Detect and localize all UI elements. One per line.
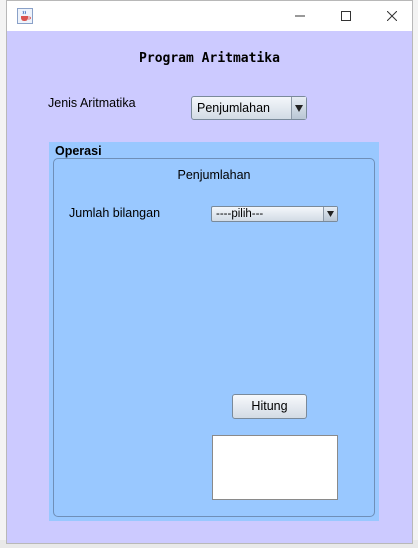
- hitung-button[interactable]: Hitung: [232, 394, 307, 419]
- operasi-panel-inner: Penjumlahan Jumlah bilangan ----pilih---…: [53, 158, 375, 517]
- page-title: Program Aritmatika: [139, 51, 280, 66]
- title-bar: [7, 1, 412, 31]
- operasi-panel: Operasi Penjumlahan Jumlah bilangan ----…: [49, 142, 379, 521]
- result-textarea[interactable]: [212, 435, 338, 500]
- maximize-icon: [341, 11, 351, 21]
- jenis-aritmatika-label: Jenis Aritmatika: [48, 96, 136, 110]
- triangle-down-icon: [327, 211, 334, 217]
- jumlah-bilangan-selected: ----pilih---: [216, 208, 264, 220]
- jenis-aritmatika-selected: Penjumlahan: [197, 101, 270, 115]
- close-button[interactable]: [369, 1, 415, 31]
- close-icon: [387, 11, 397, 21]
- jumlah-bilangan-dropdown[interactable]: ----pilih---: [211, 206, 338, 222]
- triangle-down-icon: [295, 105, 303, 112]
- jumlah-bilangan-label: Jumlah bilangan: [69, 206, 161, 220]
- maximize-button[interactable]: [323, 1, 369, 31]
- minimize-icon: [295, 15, 305, 17]
- operasi-panel-title: Operasi: [55, 144, 102, 158]
- dropdown-arrow-button[interactable]: [323, 207, 337, 221]
- jenis-aritmatika-dropdown[interactable]: Penjumlahan: [191, 96, 307, 120]
- minimize-button[interactable]: [277, 1, 323, 31]
- dropdown-arrow-button[interactable]: [291, 97, 306, 119]
- java-cup-icon: [17, 8, 33, 24]
- operation-subtitle: Penjumlahan: [177, 168, 251, 182]
- app-window: Program Aritmatika Jenis Aritmatika Penj…: [6, 0, 413, 544]
